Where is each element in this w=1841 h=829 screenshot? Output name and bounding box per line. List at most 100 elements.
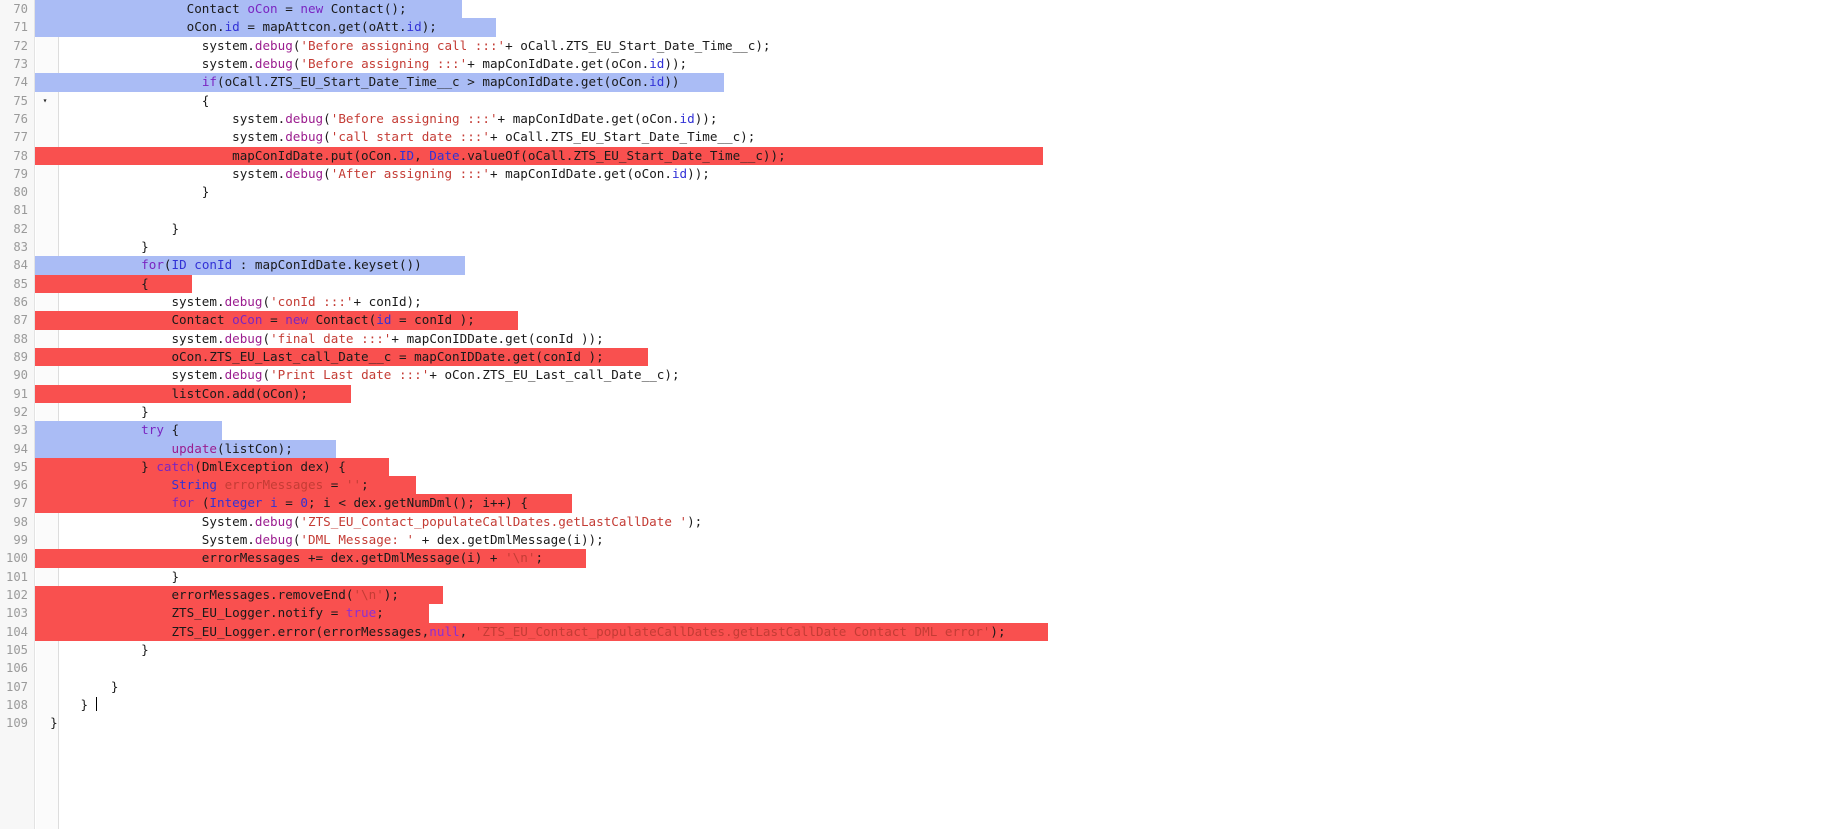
code-text[interactable]: } [35, 641, 149, 659]
code-text[interactable]: Contact oCon = new Contact(); [35, 0, 407, 18]
code-text[interactable]: System.debug('DML Message: ' + dex.getDm… [35, 531, 604, 549]
code-line[interactable]: 92 } [0, 403, 1841, 421]
code-line[interactable]: 100 errorMessages += dex.getDmlMessage(i… [0, 549, 1841, 568]
code-line[interactable]: 91 listCon.add(oCon); [0, 384, 1841, 403]
code-line[interactable]: 108 } [0, 696, 1841, 714]
code-token: + mapConIDDate.get(conId )); [391, 330, 604, 346]
code-text[interactable]: system.debug('call start date :::'+ oCal… [35, 128, 755, 146]
code-line[interactable]: 93▾ try { [0, 421, 1841, 440]
line-number: 93 [13, 423, 28, 438]
code-line[interactable]: 85▾ { [0, 274, 1841, 293]
line-number: 82 [13, 221, 28, 236]
code-line[interactable]: 78 mapConIdDate.put(oCon.ID, Date.valueO… [0, 146, 1841, 165]
code-token: system. [35, 294, 225, 309]
code-line[interactable]: 90 system.debug('Print Last date :::'+ o… [0, 366, 1841, 384]
code-text[interactable]: oCon.ZTS_EU_Last_call_Date__c = mapConID… [35, 348, 603, 366]
code-token: system. [35, 367, 225, 383]
code-line[interactable]: 103 ZTS_EU_Logger.notify = true; [0, 604, 1841, 623]
code-text[interactable]: listCon.add(oCon); [35, 385, 308, 403]
code-text[interactable]: ZTS_EU_Logger.notify = true; [35, 604, 383, 622]
code-line[interactable]: 106 [0, 659, 1841, 677]
code-token: .valueOf(oCall.ZTS_EU_Start_Date_Time__c… [459, 147, 786, 163]
code-text[interactable]: String errorMessages = ''; [35, 476, 368, 494]
code-text[interactable]: for(ID conId : mapConIdDate.keyset()) [35, 256, 422, 274]
code-line[interactable]: 86 system.debug('conId :::'+ conId); [0, 293, 1841, 311]
code-text[interactable]: } [35, 183, 210, 201]
code-token: ); [383, 587, 399, 602]
code-line[interactable]: 71 oCon.id = mapAttcon.get(oAtt.id); [0, 18, 1841, 37]
line-number: 74 [13, 75, 28, 90]
code-token: system. [35, 165, 286, 181]
code-token: ( [163, 257, 172, 273]
code-token: new [300, 1, 324, 16]
code-line[interactable]: 88 system.debug('final date :::'+ mapCon… [0, 330, 1841, 348]
code-line[interactable]: 84 for(ID conId : mapConIdDate.keyset()) [0, 256, 1841, 275]
code-line[interactable]: 83 } [0, 238, 1841, 256]
code-token: system. [35, 330, 225, 346]
code-text[interactable]: try { [35, 421, 179, 439]
code-text[interactable]: errorMessages.removeEnd('\n'); [35, 586, 399, 604]
code-text[interactable]: } [35, 568, 179, 586]
code-text[interactable]: system.debug('final date :::'+ mapConIDD… [35, 330, 604, 348]
code-line[interactable]: 107 } [0, 678, 1841, 696]
code-lines-container[interactable]: 70 Contact oCon = new Contact(); 71 oCon.… [0, 0, 1841, 733]
code-text[interactable]: system.debug('Before assigning :::'+ map… [35, 55, 687, 73]
code-line[interactable]: 97▾ for (Integer i = 0; i < dex.getNumDm… [0, 494, 1841, 513]
line-number: 104 [5, 624, 28, 639]
code-text[interactable]: update(listCon); [35, 440, 292, 458]
code-text[interactable]: oCon.id = mapAttcon.get(oAtt.id); [35, 18, 437, 36]
code-line[interactable]: 87 Contact oCon = new Contact(id = conId… [0, 311, 1841, 330]
code-line[interactable]: 109 } [0, 714, 1841, 732]
code-text[interactable]: } [35, 238, 149, 256]
code-line[interactable]: 74 if(oCall.ZTS_EU_Start_Date_Time__c > … [0, 73, 1841, 92]
code-token: Integer [209, 495, 263, 511]
code-line[interactable]: 82 } [0, 220, 1841, 238]
code-text[interactable]: } [35, 220, 179, 238]
code-line[interactable]: 105 } [0, 641, 1841, 659]
code-line[interactable]: 81 [0, 201, 1841, 219]
code-token: debug [254, 513, 293, 529]
code-text[interactable]: system.debug('After assigning :::'+ mapC… [35, 165, 710, 183]
code-line[interactable]: 102 errorMessages.removeEnd('\n'); [0, 586, 1841, 605]
code-text[interactable]: Contact oCon = new Contact(id = conId ); [35, 311, 474, 329]
code-line[interactable]: 77 system.debug('call start date :::'+ o… [0, 128, 1841, 146]
code-line[interactable]: 80 } [0, 183, 1841, 201]
code-text[interactable]: system.debug('Print Last date :::'+ oCon… [35, 366, 679, 384]
code-text[interactable]: } [35, 696, 97, 714]
code-text[interactable]: system.debug('Before assigning :::'+ map… [35, 110, 717, 128]
code-text[interactable]: System.debug('ZTS_EU_Contact_populateCal… [35, 513, 702, 531]
code-text[interactable]: system.debug('conId :::'+ conId); [35, 293, 421, 311]
code-text[interactable]: { [35, 92, 210, 110]
code-line[interactable]: 89 oCon.ZTS_EU_Last_call_Date__c = mapCo… [0, 347, 1841, 367]
code-token: ( [262, 330, 271, 346]
code-text[interactable]: } catch(DmlException dex) { [35, 458, 346, 476]
code-text[interactable]: for (Integer i = 0; i < dex.getNumDml();… [35, 494, 527, 512]
code-line[interactable]: 95▾ } catch(DmlException dex) { [0, 457, 1841, 477]
code-line[interactable]: 75 ▾ { [0, 92, 1841, 110]
code-text[interactable]: } [35, 403, 149, 421]
code-editor[interactable]: 70 Contact oCon = new Contact(); 71 oCon.… [0, 0, 1841, 829]
line-number: 100 [5, 551, 28, 566]
code-token: ; [535, 550, 544, 566]
code-line[interactable]: 101 } [0, 568, 1841, 586]
code-text[interactable]: } [35, 678, 119, 696]
code-line[interactable]: 99 System.debug('DML Message: ' + dex.ge… [0, 531, 1841, 549]
code-text[interactable]: ZTS_EU_Logger.error(errorMessages,null, … [35, 623, 1005, 641]
code-text[interactable]: mapConIdDate.put(oCon.ID, Date.valueOf(o… [35, 147, 786, 165]
code-text[interactable]: errorMessages += dex.getDmlMessage(i) + … [35, 549, 543, 567]
text-cursor [95, 696, 97, 711]
code-line[interactable]: 98 System.debug('ZTS_EU_Contact_populate… [0, 513, 1841, 531]
code-line[interactable]: 79 system.debug('After assigning :::'+ m… [0, 165, 1841, 183]
code-text[interactable]: } [35, 714, 58, 732]
code-text[interactable]: if(oCall.ZTS_EU_Start_Date_Time__c > map… [35, 73, 680, 91]
code-line[interactable]: 73 system.debug('Before assigning :::'+ … [0, 55, 1841, 73]
code-line[interactable]: 96 String errorMessages = ''; [0, 476, 1841, 495]
code-token: { [35, 92, 210, 108]
code-text[interactable]: { [35, 275, 149, 293]
code-text[interactable]: system.debug('Before assigning call :::'… [35, 37, 771, 55]
code-line[interactable]: 104 ZTS_EU_Logger.error(errorMessages,nu… [0, 622, 1841, 641]
code-line[interactable]: 72 system.debug('Before assigning call :… [0, 37, 1841, 55]
code-line[interactable]: 70 Contact oCon = new Contact(); [0, 0, 1841, 19]
code-line[interactable]: 94 update(listCon); [0, 439, 1841, 458]
code-line[interactable]: 76 system.debug('Before assigning :::'+ … [0, 110, 1841, 128]
